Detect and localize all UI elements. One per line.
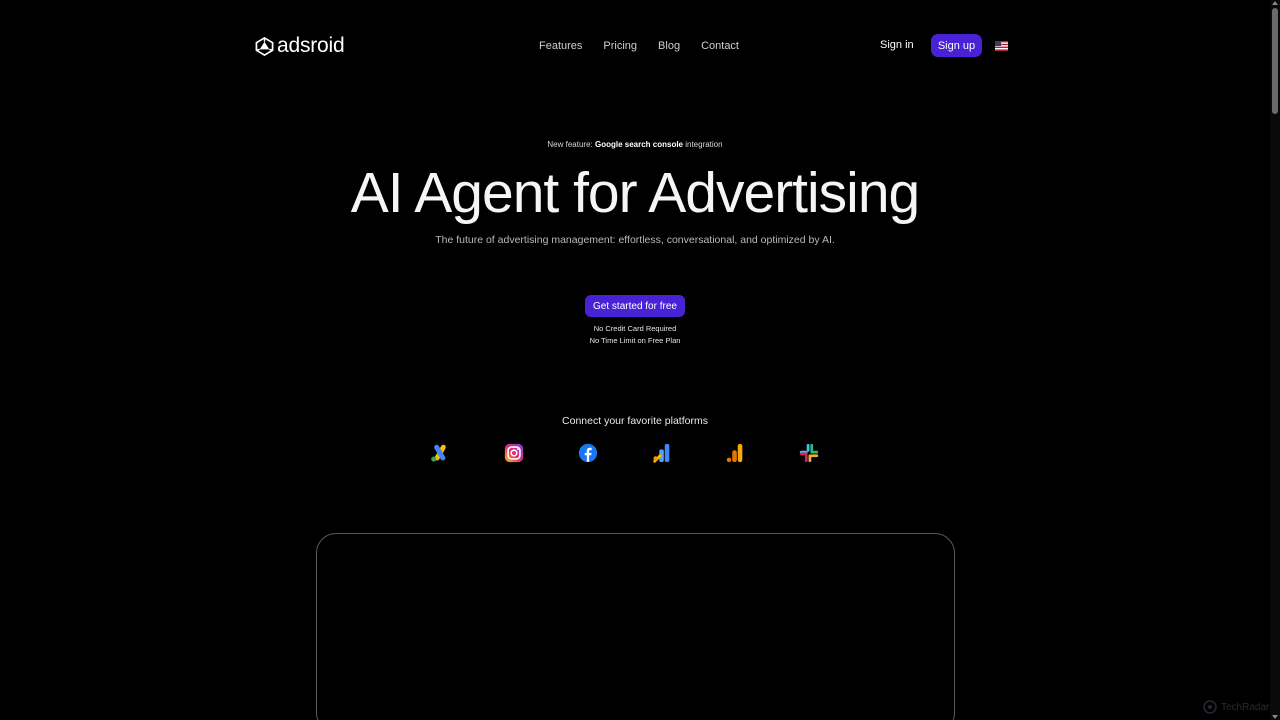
watermark-text: TechRadar [1221,701,1270,713]
new-feature-badge[interactable]: New feature: Google search console integ… [0,140,1270,149]
product-demo-frame [316,533,955,720]
badge-prefix: New feature: [547,140,595,149]
sign-up-button[interactable]: Sign up [931,34,982,57]
sign-in-link[interactable]: Sign in [880,39,914,51]
platforms-title: Connect your favorite platforms [562,415,708,427]
get-started-button[interactable]: Get started for free [585,295,685,317]
hero-subtitle: The future of advertising management: ef… [435,234,835,246]
watermark: TechRadar [1203,700,1269,714]
no-time-limit-note: No Time Limit on Free Plan [589,336,681,345]
nav-pricing-link[interactable]: Pricing [603,40,637,52]
badge-suffix: integration [683,140,723,149]
nav-links: Features Pricing Blog Contact [539,40,739,52]
slack-icon [799,443,819,463]
google-ads-icon [431,444,446,462]
facebook-icon [578,443,598,463]
scroll-up-arrow-icon[interactable] [1272,1,1278,5]
logo[interactable]: adsroid [255,34,345,58]
hero-title: AI Agent for Advertising [350,161,921,225]
us-flag-icon[interactable] [995,41,1008,51]
badge-highlight: Google search console [594,140,683,149]
watermark-logo-icon [1203,700,1217,714]
page-scrollbar[interactable] [1270,0,1280,720]
logo-text: adsroid [277,34,345,57]
top-navigation: adsroid Features Pricing Blog Contact Si… [0,0,1270,92]
no-credit-card-note: No Credit Card Required [593,324,677,333]
nav-blog-link[interactable]: Blog [658,40,680,52]
instagram-icon [504,443,524,463]
adsroid-logo-icon [255,36,274,56]
google-analytics-icon [653,443,670,463]
google-analytics-bars-icon [726,443,743,463]
scroll-thumb[interactable] [1272,8,1278,114]
nav-contact-link[interactable]: Contact [701,40,739,52]
scroll-down-arrow-icon[interactable] [1272,715,1278,719]
nav-features-link[interactable]: Features [539,40,582,52]
